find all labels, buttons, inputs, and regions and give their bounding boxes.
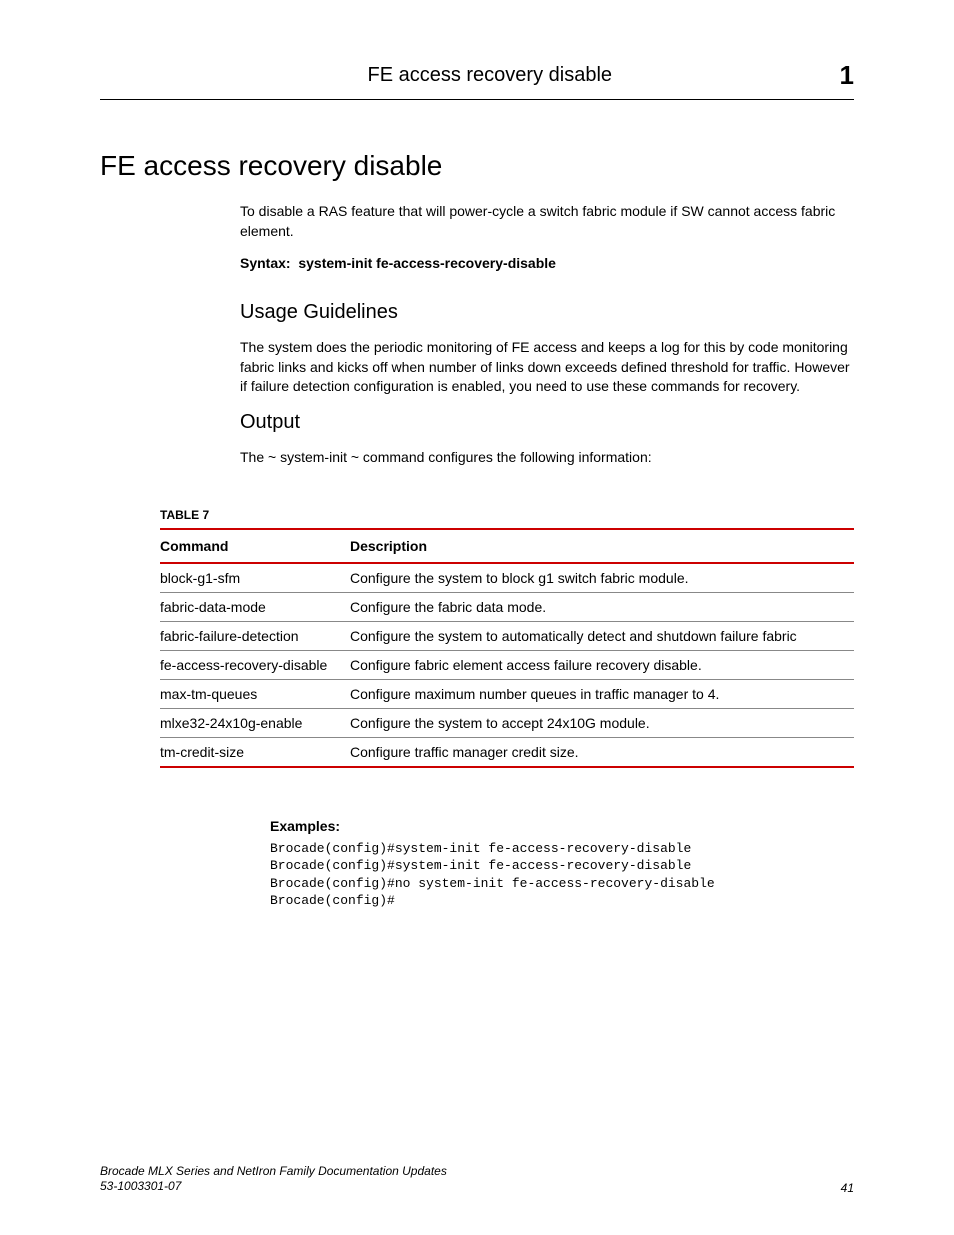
table-row: mlxe32-24x10g-enable Configure the syste… — [160, 708, 854, 737]
table-row: fabric-data-mode Configure the fabric da… — [160, 592, 854, 621]
desc-cell: Configure the system to automatically de… — [350, 621, 854, 650]
running-head-title: FE access recovery disable — [140, 64, 840, 87]
table-header-row: Command Description — [160, 529, 854, 563]
cmd-cell: mlxe32-24x10g-enable — [160, 708, 350, 737]
examples-block: Examples: Brocade(config)#system-init fe… — [270, 818, 854, 910]
examples-label: Examples: — [270, 818, 854, 834]
output-heading: Output — [240, 411, 854, 434]
syntax-label: Syntax: — [240, 255, 291, 271]
page-header: FE access recovery disable 1 — [100, 60, 854, 100]
command-table: Command Description block-g1-sfm Configu… — [160, 528, 854, 768]
table-label: TABLE 7 — [160, 508, 854, 522]
example-line: Brocade(config)#no system-init fe-access… — [270, 875, 854, 893]
desc-cell: Configure the system to accept 24x10G mo… — [350, 708, 854, 737]
output-paragraph: The ~ system-init ~ command configures t… — [240, 448, 854, 468]
cmd-cell: fabric-data-mode — [160, 592, 350, 621]
cmd-cell: tm-credit-size — [160, 737, 350, 767]
example-line: Brocade(config)#system-init fe-access-re… — [270, 857, 854, 875]
syntax-command: system-init fe-access-recovery-disable — [298, 255, 556, 271]
cmd-cell: fabric-failure-detection — [160, 621, 350, 650]
footer-doc-info: Brocade MLX Series and NetIron Family Do… — [100, 1164, 447, 1195]
desc-cell: Configure maximum number queues in traff… — [350, 679, 854, 708]
usage-guidelines-heading: Usage Guidelines — [240, 301, 854, 324]
example-line: Brocade(config)#system-init fe-access-re… — [270, 840, 854, 858]
footer-page-number: 41 — [841, 1181, 854, 1195]
chapter-number: 1 — [840, 60, 854, 91]
table-row: fe-access-recovery-disable Configure fab… — [160, 650, 854, 679]
desc-cell: Configure fabric element access failure … — [350, 650, 854, 679]
table-row: block-g1-sfm Configure the system to blo… — [160, 563, 854, 593]
page-title: FE access recovery disable — [100, 150, 854, 182]
table-header-command: Command — [160, 529, 350, 563]
footer-doc-title: Brocade MLX Series and NetIron Family Do… — [100, 1164, 447, 1180]
cmd-cell: fe-access-recovery-disable — [160, 650, 350, 679]
example-line: Brocade(config)# — [270, 892, 854, 910]
intro-paragraph: To disable a RAS feature that will power… — [240, 202, 854, 241]
table-row: fabric-failure-detection Configure the s… — [160, 621, 854, 650]
desc-cell: Configure traffic manager credit size. — [350, 737, 854, 767]
page-footer: Brocade MLX Series and NetIron Family Do… — [100, 1164, 854, 1195]
desc-cell: Configure the fabric data mode. — [350, 592, 854, 621]
usage-paragraph: The system does the periodic monitoring … — [240, 338, 854, 397]
table-row: max-tm-queues Configure maximum number q… — [160, 679, 854, 708]
table-row: tm-credit-size Configure traffic manager… — [160, 737, 854, 767]
cmd-cell: max-tm-queues — [160, 679, 350, 708]
syntax-line: Syntax: system-init fe-access-recovery-d… — [240, 255, 854, 271]
cmd-cell: block-g1-sfm — [160, 563, 350, 593]
desc-cell: Configure the system to block g1 switch … — [350, 563, 854, 593]
table-header-description: Description — [350, 529, 854, 563]
footer-doc-number: 53-1003301-07 — [100, 1179, 447, 1195]
